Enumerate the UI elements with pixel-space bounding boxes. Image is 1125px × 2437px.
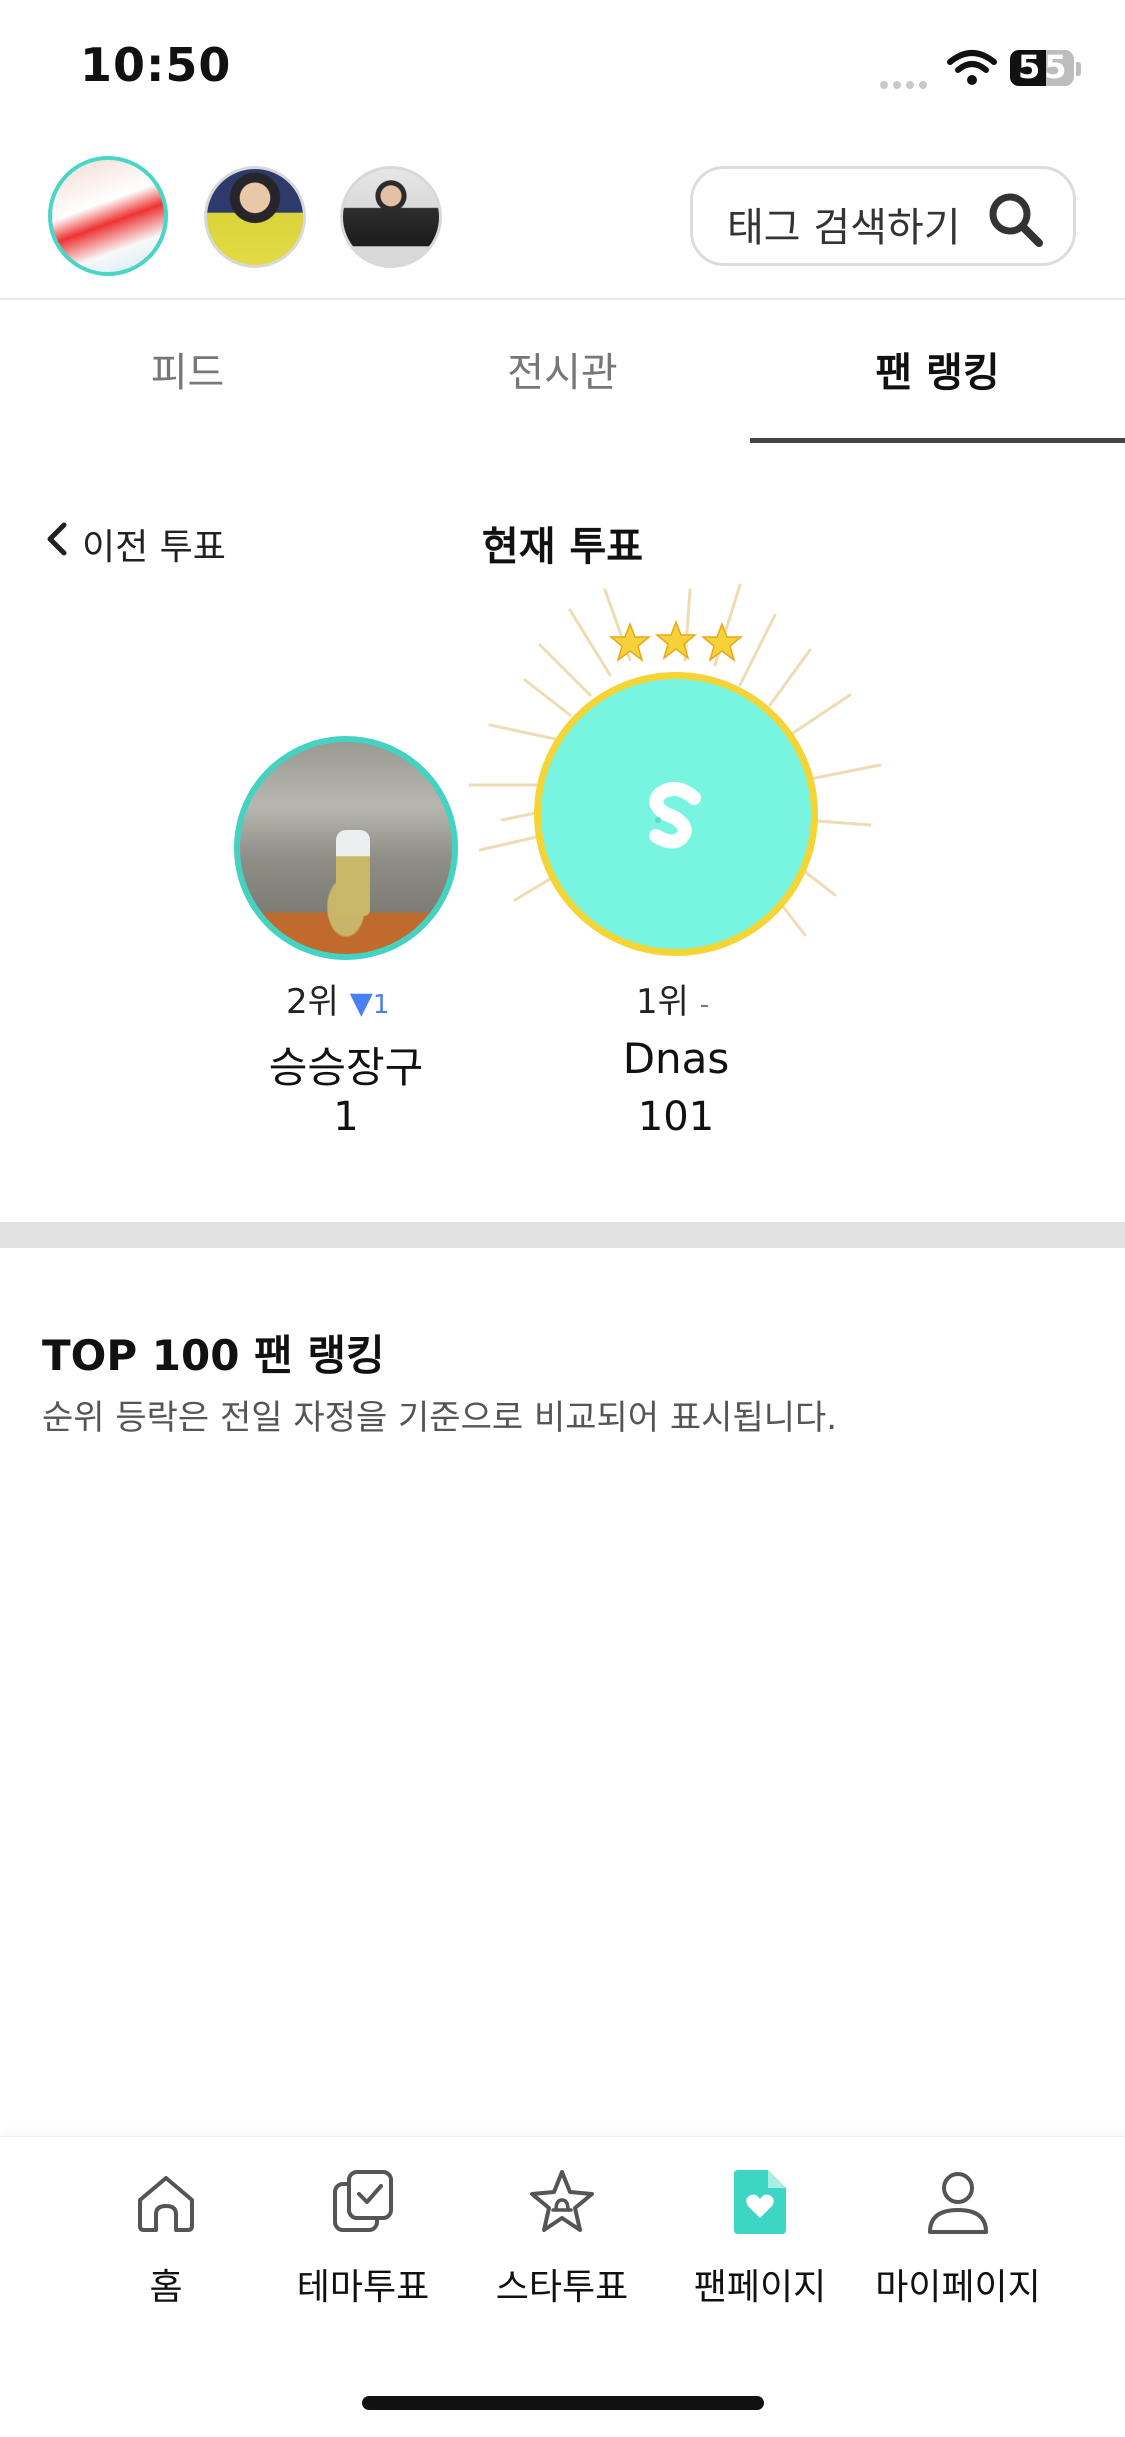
home-indicator[interactable] bbox=[362, 2396, 764, 2410]
search-icon bbox=[989, 193, 1043, 247]
ranking-title: TOP 100 팬 랭킹 bbox=[42, 1331, 385, 1380]
second-rank-label: 2위 bbox=[286, 982, 339, 1022]
battery-cap bbox=[1076, 62, 1081, 76]
my-page-icon bbox=[928, 2172, 988, 2234]
fan-page-icon bbox=[734, 2170, 786, 2234]
active-tab-indicator bbox=[750, 438, 1125, 443]
second-place-rank: 2위 ▼1 bbox=[286, 974, 389, 1023]
nav-home-label: 홈 bbox=[149, 2267, 183, 2308]
second-place-photo-jar bbox=[336, 830, 370, 916]
tab-gallery[interactable]: 전시관 bbox=[375, 340, 750, 398]
rank-down-icon: ▼ bbox=[349, 986, 373, 1021]
nav-star-vote[interactable]: 스타투표 bbox=[462, 2166, 662, 2310]
nav-theme-vote-label: 테마투표 bbox=[296, 2267, 430, 2308]
status-time: 10:50 bbox=[80, 38, 232, 92]
first-rank-label: 1위 bbox=[636, 982, 689, 1022]
tag-search-button[interactable]: 태그 검색하기 bbox=[690, 166, 1076, 266]
second-rank-change: 1 bbox=[372, 990, 390, 1020]
nav-star-vote-label: 스타투표 bbox=[495, 2267, 629, 2308]
battery-icon: 55 bbox=[1010, 50, 1074, 86]
nav-fan-page[interactable]: 팬페이지 bbox=[660, 2166, 860, 2310]
star-avatar-2[interactable] bbox=[204, 166, 306, 268]
first-rank-change: - bbox=[699, 990, 710, 1020]
star-vote-icon bbox=[530, 2170, 594, 2232]
nav-home[interactable]: 홈 bbox=[66, 2166, 266, 2310]
section-divider bbox=[0, 1222, 1125, 1248]
tab-fan-ranking[interactable]: 팬 랭킹 bbox=[750, 340, 1125, 398]
s-logo-icon bbox=[649, 781, 701, 849]
battery-level: 55 bbox=[1018, 50, 1071, 86]
home-icon bbox=[138, 2176, 194, 2232]
tab-feed[interactable]: 피드 bbox=[0, 340, 375, 398]
wifi-icon bbox=[947, 50, 997, 85]
first-place-score: 101 bbox=[637, 1094, 715, 1140]
cellular-signal-icon bbox=[880, 74, 932, 89]
theme-vote-icon bbox=[333, 2170, 393, 2232]
ranking-description: 순위 등락은 전일 자정을 기준으로 비교되어 표시됩니다. bbox=[42, 1398, 838, 1438]
star-avatar-3[interactable] bbox=[340, 166, 442, 268]
second-place-name: 승승장구 bbox=[268, 1043, 424, 1092]
previous-vote-label: 이전 투표 bbox=[82, 527, 226, 568]
nav-my-page-label: 마이페이지 bbox=[875, 2267, 1041, 2308]
tag-search-label: 태그 검색하기 bbox=[727, 205, 961, 251]
nav-theme-vote[interactable]: 테마투표 bbox=[263, 2166, 463, 2310]
first-place-rank: 1위 - bbox=[636, 974, 709, 1023]
three-stars-icon bbox=[608, 620, 744, 662]
nav-fan-page-label: 팬페이지 bbox=[693, 2267, 827, 2308]
first-place-name: Dnas bbox=[622, 1034, 730, 1083]
header-divider bbox=[0, 298, 1125, 300]
chevron-left-icon bbox=[47, 522, 67, 556]
star-avatar-1[interactable] bbox=[48, 156, 168, 276]
nav-my-page[interactable]: 마이페이지 bbox=[858, 2166, 1058, 2310]
current-vote-title: 현재 투표 bbox=[481, 524, 644, 570]
second-place-score: 1 bbox=[333, 1094, 359, 1140]
